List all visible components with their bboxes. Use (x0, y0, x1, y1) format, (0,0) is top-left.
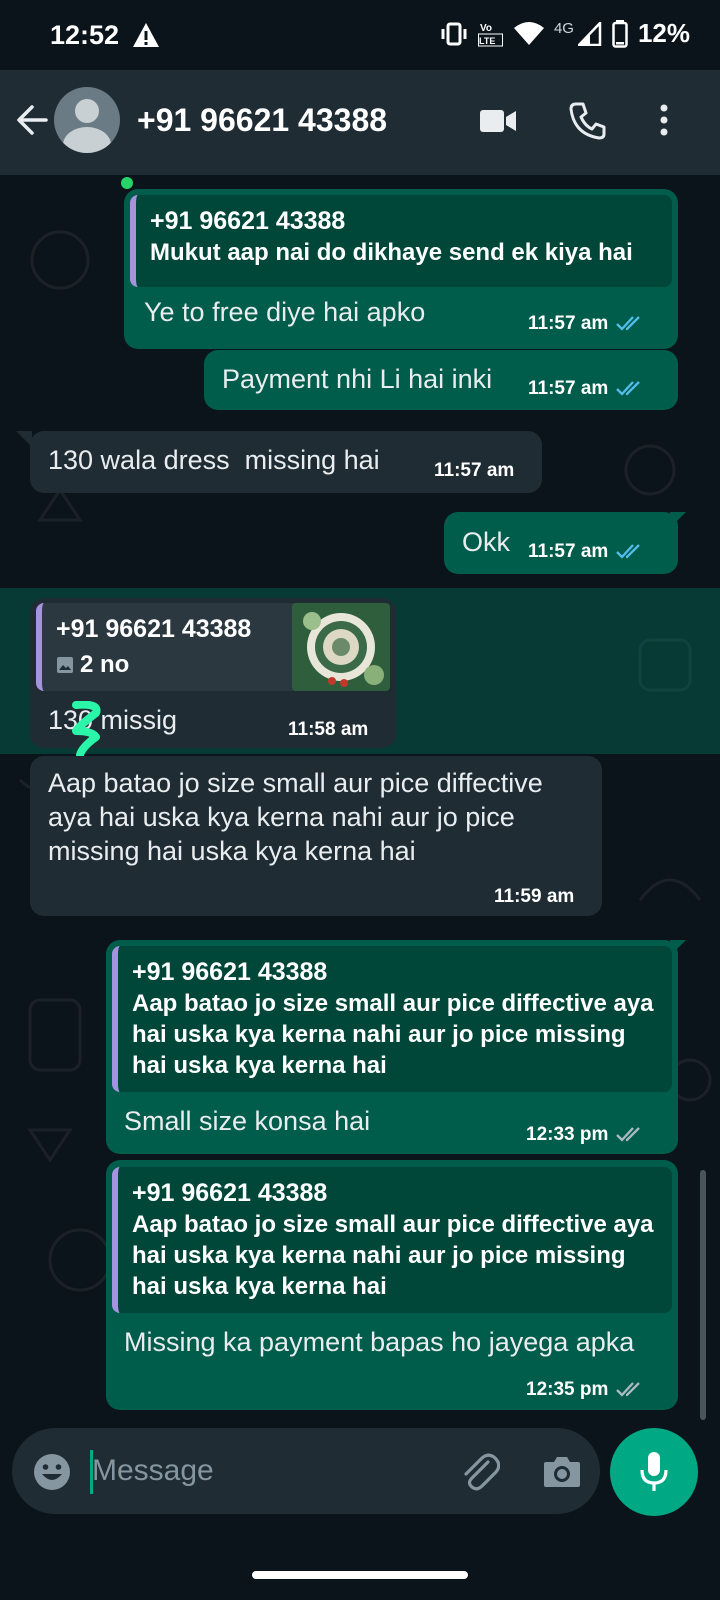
message-time: 11:57 am (528, 541, 609, 562)
message-meta: 11:57 am (528, 378, 646, 400)
chat-screen: 12:52 Vo LTE 4G 12% +91 96621 43388 +91 … (0, 0, 720, 1600)
scrollbar[interactable] (700, 1170, 706, 1420)
message-time: 11:58 am (288, 719, 369, 740)
read-ticks-icon (616, 381, 641, 396)
message-text: Payment nhi Li hai inki (222, 364, 493, 394)
message-meta: 11:57 am (528, 313, 646, 335)
volte-icon: Vo LTE (477, 23, 503, 46)
quoted-sender: +91 96621 43388 (56, 615, 252, 643)
camera-icon[interactable] (542, 1452, 582, 1490)
read-ticks-icon (616, 544, 641, 559)
quoted-message[interactable]: +91 96621 43388 Aap batao jo size small … (112, 1167, 672, 1313)
message-input[interactable]: Message (92, 1454, 214, 1488)
message-meta: 11:58 am (288, 719, 368, 741)
mic-icon (640, 1452, 668, 1491)
emoji-icon[interactable] (32, 1452, 72, 1492)
battery-icon (612, 19, 628, 48)
message-meta: 12:35 pm (526, 1379, 646, 1401)
attach-icon[interactable] (458, 1450, 500, 1492)
quoted-sender: +91 96621 43388 (132, 958, 328, 986)
svg-text:Vo: Vo (480, 23, 492, 34)
network-type: 4G (553, 20, 574, 37)
quoted-caption: 2 no (56, 649, 280, 680)
chat-header: +91 96621 43388 (0, 70, 720, 175)
video-call-icon[interactable] (478, 100, 518, 140)
message-time: 12:33 pm (526, 1124, 609, 1145)
message-composer[interactable]: Message (12, 1428, 600, 1514)
quoted-message[interactable]: +91 96621 43388 Aap batao jo size small … (112, 946, 672, 1092)
message-meta: 11:59 am (494, 886, 574, 908)
delivered-ticks-icon (616, 1127, 641, 1142)
message-time: 11:57 am (434, 460, 515, 481)
voice-call-icon[interactable] (568, 100, 606, 140)
status-time: 12:52 (50, 20, 120, 50)
quoted-text: Mukut aap nai do dikhaye send ek kiya ha… (150, 239, 633, 266)
back-arrow-icon[interactable] (14, 102, 50, 138)
svg-text:LTE: LTE (479, 36, 495, 46)
message-text: 130 wala dress missing hai (48, 445, 380, 475)
message-text: Okk (462, 527, 511, 557)
contact-avatar[interactable] (54, 87, 120, 153)
quoted-message[interactable]: +91 96621 43388 Mukut aap nai do dikhaye… (130, 195, 672, 287)
message-time: 11:57 am (528, 313, 609, 334)
signal-icon (577, 21, 602, 46)
contact-name[interactable]: +91 96621 43388 (137, 102, 387, 139)
message-list[interactable]: +91 96621 43388 Mukut aap nai do dikhaye… (0, 175, 720, 1425)
message-time: 12:35 pm (526, 1379, 609, 1400)
message-text: Ye to free diye hai apko (144, 297, 426, 327)
drawn-squiggle-mark (72, 701, 101, 759)
message-time: 11:57 am (528, 378, 609, 399)
message-meta: 11:57 am (528, 541, 646, 563)
message-text: Aap batao jo size small aur pice diffect… (48, 768, 543, 866)
battery-percent: 12% (637, 18, 690, 48)
avatar-icon (75, 99, 99, 123)
online-dot (121, 177, 133, 189)
mic-button[interactable] (610, 1428, 698, 1516)
message-text: Small size konsa hai (124, 1106, 371, 1136)
status-icons: Vo LTE 4G 12% (440, 18, 690, 49)
message-time: 11:59 am (494, 886, 575, 907)
vibrate-icon (441, 22, 467, 45)
message-meta: 11:57 am (434, 460, 514, 482)
message-meta: 12:33 pm (526, 1124, 646, 1146)
read-ticks-icon (616, 316, 641, 331)
delivered-ticks-icon (616, 1382, 641, 1397)
quoted-text: Aap batao jo size small aur pice diffect… (132, 1211, 654, 1300)
message-text: Missing ka payment bapas ho jayega apka (124, 1327, 635, 1357)
status-bar: 12:52 Vo LTE 4G 12% (0, 0, 720, 70)
wifi-icon (513, 21, 544, 45)
warning-icon (133, 23, 159, 47)
quoted-sender: +91 96621 43388 (150, 207, 346, 235)
quoted-image-thumbnail[interactable] (292, 603, 390, 691)
quoted-text: Aap batao jo size small aur pice diffect… (132, 990, 654, 1079)
more-vert-icon[interactable] (656, 100, 672, 140)
message-text: 130 missig (48, 705, 178, 735)
quoted-sender: +91 96621 43388 (132, 1179, 328, 1207)
gesture-home-bar[interactable] (252, 1571, 468, 1579)
photo-icon (57, 656, 73, 673)
